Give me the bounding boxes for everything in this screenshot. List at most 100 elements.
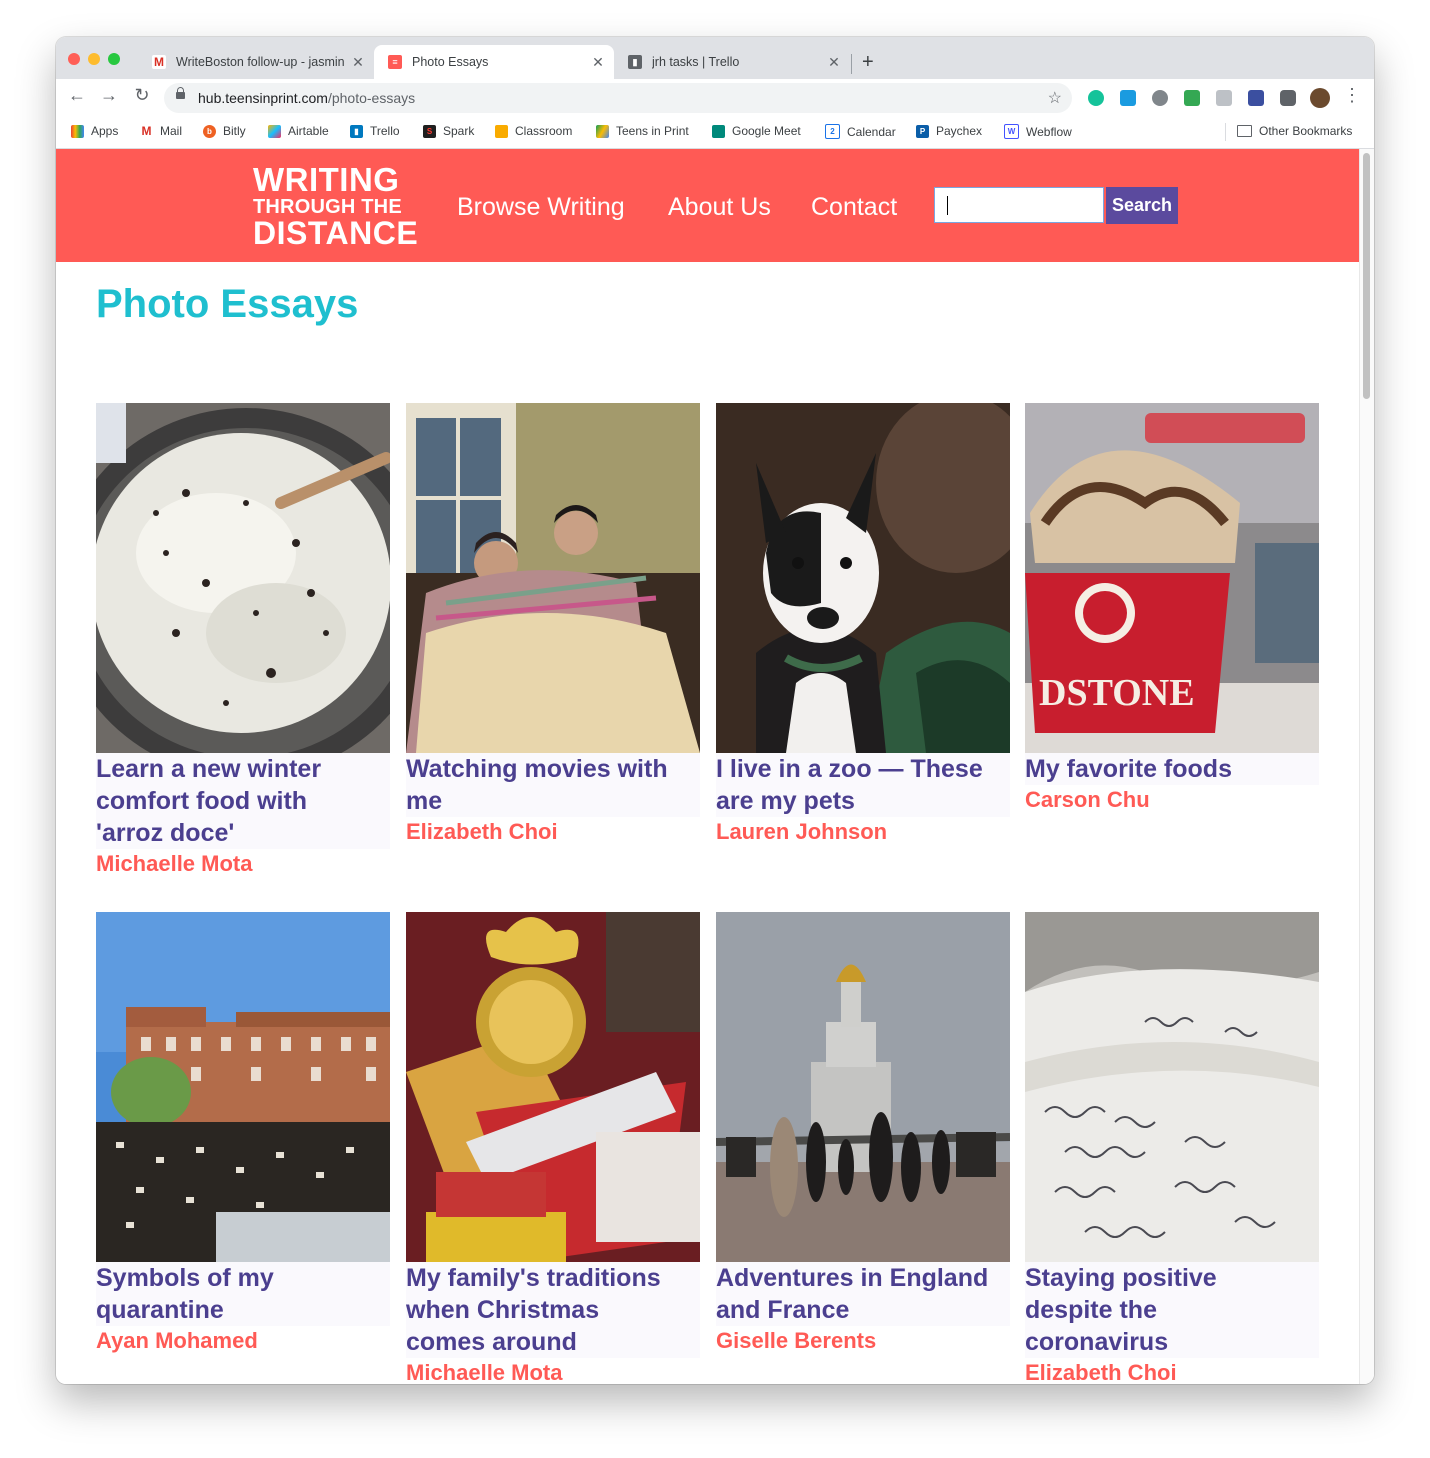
- vertical-scrollbar[interactable]: [1359, 149, 1374, 1384]
- zoom-window-button[interactable]: [108, 53, 120, 65]
- bookmark-trello[interactable]: ▮ Trello: [350, 124, 400, 138]
- bookmark-bitly[interactable]: b Bitly: [203, 124, 246, 138]
- essay-title[interactable]: My favorite foods: [1025, 753, 1319, 785]
- minimize-window-button[interactable]: [88, 53, 100, 65]
- bookmark-paychex[interactable]: P Paychex: [916, 124, 982, 138]
- calendar-icon: 2: [825, 124, 840, 139]
- christmas-treats-photo[interactable]: [406, 912, 700, 1262]
- essay-title-line: despite the: [1025, 1296, 1157, 1324]
- protest-crowd-photo[interactable]: [96, 912, 390, 1262]
- essay-author[interactable]: Ayan Mohamed: [96, 1326, 390, 1356]
- essay-author[interactable]: Elizabeth Choi: [1025, 1358, 1319, 1384]
- essay-author[interactable]: Giselle Berents: [716, 1326, 1010, 1356]
- bookmark-label: Apps: [91, 124, 119, 138]
- essay-title-line: comes around: [406, 1328, 577, 1356]
- monument-photo[interactable]: [716, 912, 1010, 1262]
- search-input[interactable]: [934, 187, 1104, 223]
- essay-title[interactable]: My family's traditions when Christmas co…: [406, 1262, 700, 1358]
- essay-author[interactable]: Elizabeth Choi: [406, 817, 700, 847]
- extension-it-icon[interactable]: [1248, 90, 1264, 106]
- bookmark-calendar[interactable]: 2 Calendar: [825, 124, 896, 139]
- bookmark-teens-in-print[interactable]: Teens in Print: [596, 124, 689, 138]
- meet-icon: [712, 124, 725, 138]
- bookmark-airtable[interactable]: Airtable: [268, 124, 329, 138]
- extensions-puzzle-icon[interactable]: [1280, 90, 1296, 106]
- text-caret: [947, 196, 948, 215]
- airtable-icon: [268, 124, 281, 138]
- couple-blanket-photo[interactable]: [406, 403, 700, 753]
- essay-title[interactable]: I live in a zoo — These are my pets: [716, 753, 1010, 817]
- essay-title-line: Staying positive: [1025, 1264, 1217, 1292]
- webflow-icon: W: [1004, 124, 1019, 139]
- essay-card[interactable]: I live in a zoo — These are my pets Laur…: [716, 403, 1010, 847]
- logo-line-3: DISTANCE: [253, 215, 419, 251]
- bookmark-webflow[interactable]: W Webflow: [1004, 124, 1072, 139]
- close-window-button[interactable]: [68, 53, 80, 65]
- print-friendly-icon[interactable]: [1184, 90, 1200, 106]
- tab-title: Photo Essays: [412, 55, 489, 69]
- address-bar[interactable]: hub.teensinprint.com/photo-essays ☆: [164, 83, 1072, 113]
- essay-title[interactable]: Symbols of my quarantine: [96, 1262, 390, 1326]
- dog-photo[interactable]: [716, 403, 1010, 753]
- gmail-icon: M: [152, 55, 166, 69]
- bookmark-label: Classroom: [515, 124, 573, 138]
- essay-card[interactable]: Learn a new winter comfort food with 'ar…: [96, 403, 390, 879]
- classroom-icon: [495, 124, 508, 138]
- page-title: Photo Essays: [96, 282, 359, 326]
- essay-author[interactable]: Michaelle Mota: [406, 1358, 700, 1384]
- browser-window: M WriteBoston follow-up - jasmin ✕ ≡ Pho…: [56, 37, 1374, 1384]
- new-tab-button[interactable]: +: [862, 51, 874, 74]
- nav-contact[interactable]: Contact: [811, 193, 897, 222]
- spark-icon: S: [423, 124, 436, 138]
- search-button[interactable]: Search: [1106, 187, 1178, 224]
- ice-cream-photo[interactable]: DSTONE: [1025, 403, 1319, 753]
- bookmark-other[interactable]: Other Bookmarks: [1237, 124, 1352, 138]
- essay-title-line: Watching movies with: [406, 755, 668, 783]
- bookmark-classroom[interactable]: Classroom: [495, 124, 572, 138]
- nav-browse-writing[interactable]: Browse Writing: [457, 193, 625, 222]
- essay-title[interactable]: Adventures in England and France: [716, 1262, 1010, 1326]
- drive-icon: [596, 124, 609, 138]
- nav-about-us[interactable]: About Us: [668, 193, 771, 222]
- close-icon[interactable]: ✕: [348, 54, 368, 71]
- tab-trello[interactable]: ▮ jrh tasks | Trello ✕: [614, 45, 850, 79]
- essay-author[interactable]: Carson Chu: [1025, 785, 1319, 815]
- site-logo[interactable]: WRITING THROUGH THE DISTANCE: [253, 163, 418, 249]
- extension-window-icon[interactable]: [1120, 90, 1136, 106]
- essay-author[interactable]: Michaelle Mota: [96, 849, 390, 879]
- extension-clock-icon[interactable]: [1152, 90, 1168, 106]
- essay-card[interactable]: My family's traditions when Christmas co…: [406, 912, 700, 1384]
- essay-title-line: are my pets: [716, 787, 855, 815]
- folder-icon: [1237, 125, 1252, 137]
- forward-arrow-icon[interactable]: →: [96, 85, 122, 106]
- grammarly-icon[interactable]: [1088, 90, 1104, 106]
- close-icon[interactable]: ✕: [824, 54, 844, 71]
- bookmark-label: Calendar: [847, 124, 896, 139]
- menu-kebab-icon[interactable]: ⋮: [1339, 85, 1365, 106]
- profile-avatar[interactable]: [1310, 88, 1330, 108]
- bookmark-google-meet[interactable]: Google Meet: [712, 124, 801, 138]
- essay-title[interactable]: Watching movies with me: [406, 753, 700, 817]
- essay-card[interactable]: Adventures in England and France Giselle…: [716, 912, 1010, 1356]
- bookmark-spark[interactable]: S Spark: [423, 124, 474, 138]
- essay-card[interactable]: Symbols of my quarantine Ayan Mohamed: [96, 912, 390, 1356]
- essay-title[interactable]: Staying positive despite the coronavirus: [1025, 1262, 1319, 1358]
- handwritten-notebook-photo[interactable]: [1025, 912, 1319, 1262]
- bookmark-mail[interactable]: M Mail: [140, 124, 182, 138]
- extension-translate-icon[interactable]: [1216, 90, 1232, 106]
- tab-photo-essays[interactable]: ≡ Photo Essays ✕: [374, 45, 614, 79]
- scrollbar-thumb[interactable]: [1363, 153, 1370, 399]
- essay-title[interactable]: Learn a new winter comfort food with 'ar…: [96, 753, 390, 849]
- close-icon[interactable]: ✕: [588, 54, 608, 71]
- back-arrow-icon[interactable]: ←: [64, 85, 90, 106]
- tab-writeboston[interactable]: M WriteBoston follow-up - jasmin ✕: [138, 45, 374, 79]
- trello-icon: ▮: [350, 124, 363, 138]
- essay-card[interactable]: Staying positive despite the coronavirus…: [1025, 912, 1319, 1384]
- essay-author[interactable]: Lauren Johnson: [716, 817, 1010, 847]
- reload-icon[interactable]: ↻: [129, 85, 155, 106]
- bookmark-star-icon[interactable]: ☆: [1048, 88, 1062, 108]
- essay-card[interactable]: DSTONE My favorite foods Carson Chu: [1025, 403, 1319, 815]
- essay-card[interactable]: Watching movies with me Elizabeth Choi: [406, 403, 700, 847]
- rice-pudding-photo[interactable]: [96, 403, 390, 753]
- bookmark-apps[interactable]: Apps: [71, 124, 118, 138]
